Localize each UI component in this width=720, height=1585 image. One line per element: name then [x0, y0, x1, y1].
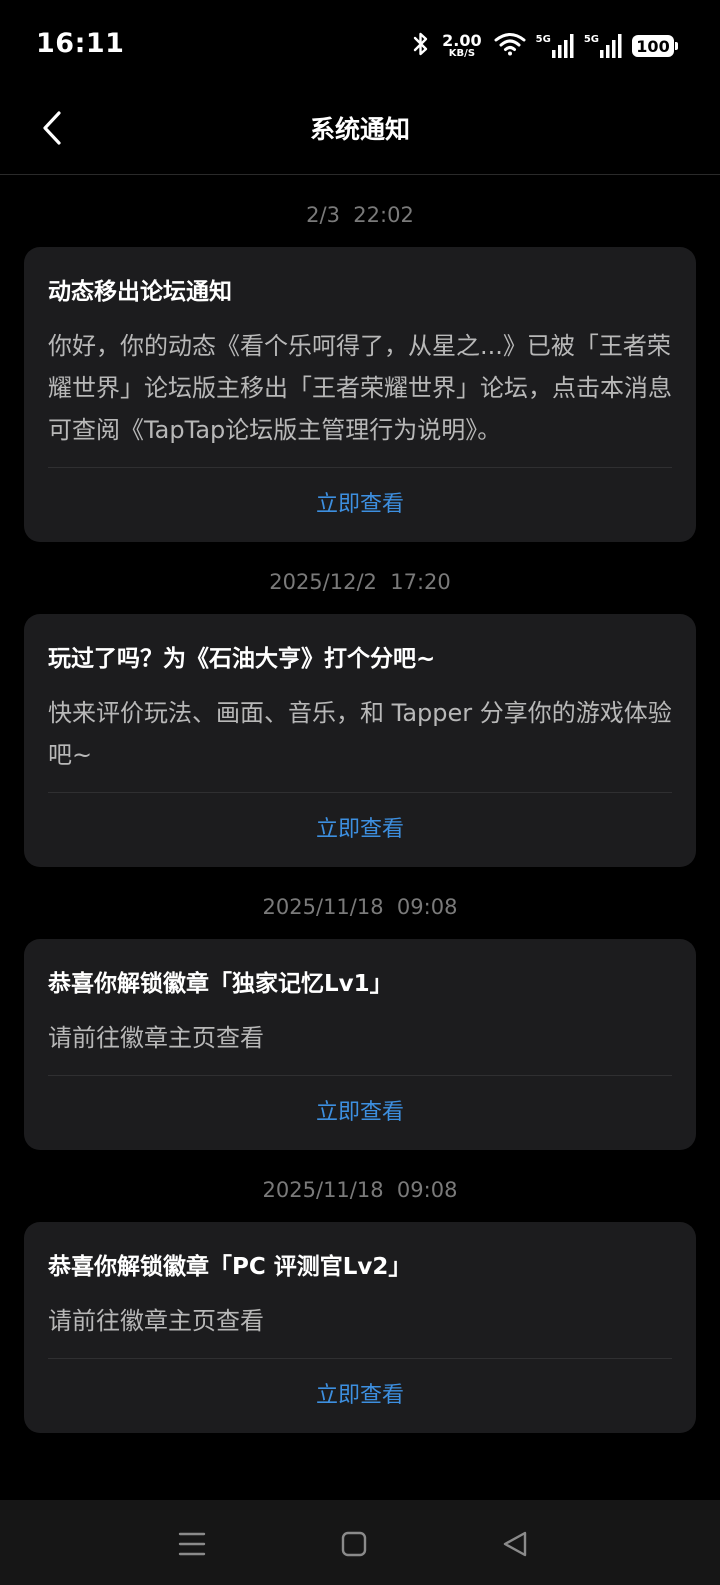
notification-body: 请前往徽章主页查看 — [48, 1001, 672, 1076]
notification-group: 2/3 22:02 动态移出论坛通知 你好，你的动态《看个乐呵得了，从星之...… — [0, 197, 720, 542]
signal-label: 5G — [535, 34, 551, 45]
net-speed-value: 2.00 — [442, 31, 482, 50]
view-now-button[interactable]: 立即查看 — [48, 1359, 672, 1433]
notification-title: 恭喜你解锁徽章「独家记忆Lv1」 — [48, 971, 393, 997]
system-nav-bar — [0, 1500, 720, 1585]
notification-time: 2/3 22:02 — [306, 203, 414, 227]
system-back-button[interactable] — [495, 1524, 535, 1564]
status-time: 16:11 — [36, 28, 125, 59]
bluetooth-icon — [412, 31, 430, 61]
notification-body: 快来评价玩法、画面、音乐，和 Tapper 分享你的游戏体验吧~ — [48, 676, 672, 793]
notification-group: 2025/11/18 09:08 恭喜你解锁徽章「独家记忆Lv1」 请前往徽章主… — [0, 889, 720, 1150]
notification-group: 2025/12/2 17:20 玩过了吗？为《石油大亨》打个分吧~ 快来评价玩法… — [0, 564, 720, 867]
net-speed-unit: KB/S — [448, 48, 476, 59]
net-speed: 2.00 KB/S — [442, 33, 481, 59]
page-title: 系统通知 — [309, 115, 410, 144]
notification-title: 玩过了吗？为《石油大亨》打个分吧~ — [48, 646, 436, 672]
wifi-icon — [494, 32, 526, 60]
menu-icon — [178, 1532, 206, 1556]
notification-time: 2025/11/18 09:08 — [262, 1178, 458, 1202]
view-now-button[interactable]: 立即查看 — [48, 468, 672, 542]
view-now-button[interactable]: 立即查看 — [48, 1076, 672, 1150]
notification-card[interactable]: 恭喜你解锁徽章「独家记忆Lv1」 请前往徽章主页查看 立即查看 — [24, 939, 696, 1150]
signal-icon: 5G — [584, 34, 622, 58]
notification-card[interactable]: 恭喜你解锁徽章「PC 评测官Lv2」 请前往徽章主页查看 立即查看 — [24, 1222, 696, 1433]
home-icon — [341, 1531, 367, 1557]
menu-button[interactable] — [172, 1524, 212, 1564]
notification-time: 2025/12/2 17:20 — [269, 570, 451, 594]
notification-body: 你好，你的动态《看个乐呵得了，从星之...》已被「王者荣耀世界」论坛版主移出「王… — [48, 309, 672, 468]
notification-body: 请前往徽章主页查看 — [48, 1284, 672, 1359]
signal-icon: 5G — [536, 34, 574, 58]
back-triangle-icon — [503, 1531, 527, 1557]
home-button[interactable] — [334, 1524, 374, 1564]
status-bar: 16:11 2.00 KB/S 5G 5G 100 — [0, 0, 720, 88]
notification-title: 恭喜你解锁徽章「PC 评测官Lv2」 — [48, 1254, 412, 1280]
nav-header: 系统通知 — [0, 88, 720, 175]
notification-card[interactable]: 玩过了吗？为《石油大亨》打个分吧~ 快来评价玩法、画面、音乐，和 Tapper … — [24, 614, 696, 867]
status-icons: 2.00 KB/S 5G 5G 100 — [412, 28, 678, 64]
notification-feed[interactable]: 2/3 22:02 动态移出论坛通知 你好，你的动态《看个乐呵得了，从星之...… — [0, 175, 720, 1500]
notification-title: 动态移出论坛通知 — [48, 279, 232, 305]
view-now-button[interactable]: 立即查看 — [48, 793, 672, 867]
notification-time: 2025/11/18 09:08 — [262, 895, 458, 919]
notification-group: 2025/11/18 09:08 恭喜你解锁徽章「PC 评测官Lv2」 请前往徽… — [0, 1172, 720, 1433]
notification-card[interactable]: 动态移出论坛通知 你好，你的动态《看个乐呵得了，从星之...》已被「王者荣耀世界… — [24, 247, 696, 542]
battery-indicator: 100 — [632, 35, 678, 57]
signal-label: 5G — [583, 34, 599, 45]
